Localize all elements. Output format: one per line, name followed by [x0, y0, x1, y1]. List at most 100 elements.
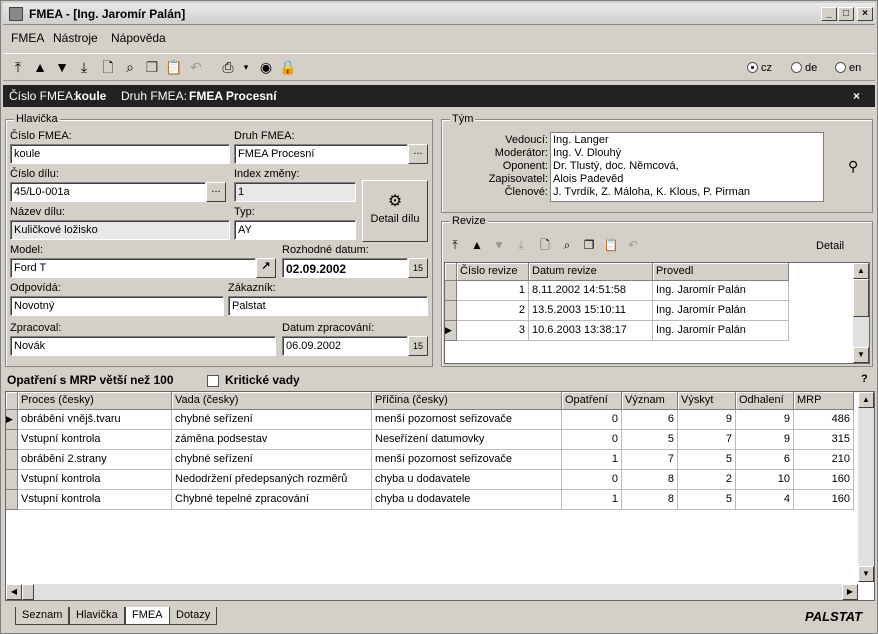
table-cell[interactable]: 7: [622, 450, 678, 470]
cislo-dilu-browse-button[interactable]: ...: [206, 182, 226, 202]
table-cell[interactable]: 1: [562, 450, 622, 470]
datum-zpracovani-field[interactable]: 06.09.2002: [282, 336, 408, 356]
table-cell[interactable]: 8: [622, 490, 678, 510]
binoculars-icon[interactable]: ⌕: [121, 60, 139, 74]
table-cell[interactable]: 0: [562, 470, 622, 490]
scroll-thumb[interactable]: [853, 279, 869, 317]
table-cell[interactable]: menší pozornost seřizovače: [372, 410, 562, 430]
table-cell[interactable]: Vstupní kontrola: [18, 470, 172, 490]
next-record-icon[interactable]: ▼: [490, 238, 508, 252]
col-vada[interactable]: Vada (česky): [172, 392, 372, 410]
cislo-fmea-field[interactable]: koule: [10, 144, 230, 164]
title-bar[interactable]: FMEA - [Ing. Jaromír Palán] _ □ ×: [3, 3, 875, 25]
rozhodne-datum-field[interactable]: 02.09.2002: [282, 258, 408, 278]
tab-hlavicka[interactable]: Hlavička: [69, 607, 125, 625]
index-zmeny-field[interactable]: 1: [234, 182, 356, 202]
last-record-icon[interactable]: ⤓: [75, 60, 93, 74]
row-header[interactable]: [6, 430, 18, 450]
table-cell[interactable]: 8: [622, 470, 678, 490]
model-field[interactable]: Ford T: [10, 258, 256, 278]
table-cell[interactable]: obrábění 2.strany: [18, 450, 172, 470]
table-cell[interactable]: 160: [794, 470, 854, 490]
col-odhaleni[interactable]: Odhalení: [736, 392, 794, 410]
scroll-right-icon[interactable]: ▶: [842, 584, 858, 600]
lang-en-radio[interactable]: en: [835, 62, 861, 74]
table-cell[interactable]: 315: [794, 430, 854, 450]
prev-record-icon[interactable]: ▲: [468, 238, 486, 252]
table-cell[interactable]: Nedodržení předepsaných rozměrů: [172, 470, 372, 490]
undo-icon[interactable]: ↶: [187, 60, 205, 74]
col-opatreni[interactable]: Opatření: [562, 392, 622, 410]
col-pricina[interactable]: Příčina (česky): [372, 392, 562, 410]
nazev-dilu-field[interactable]: Kuličkové ložisko: [10, 220, 230, 240]
table-cell[interactable]: 2: [678, 470, 736, 490]
binoculars-icon[interactable]: ⌕: [558, 238, 576, 252]
lang-cz-radio[interactable]: cz: [747, 62, 772, 74]
druh-fmea-browse-button[interactable]: ...: [408, 144, 428, 164]
undo-icon[interactable]: ↶: [624, 238, 642, 252]
opatreni-hscrollbar[interactable]: ◀ ▶: [6, 584, 858, 600]
paste-icon[interactable]: 📋: [165, 60, 183, 74]
table-cell[interactable]: 10.6.2003 13:38:17: [529, 321, 653, 341]
model-link-arrow-icon[interactable]: ↗: [256, 258, 276, 278]
scroll-up-icon[interactable]: ▲: [858, 392, 874, 408]
first-record-icon[interactable]: ⤒: [446, 238, 464, 252]
tab-fmea[interactable]: FMEA: [125, 607, 170, 625]
table-cell[interactable]: 160: [794, 490, 854, 510]
current-row-indicator-icon[interactable]: ▶: [445, 321, 457, 341]
calendar-icon[interactable]: 15: [408, 258, 428, 278]
scroll-up-icon[interactable]: ▲: [853, 263, 869, 279]
table-cell[interactable]: 6: [622, 410, 678, 430]
menu-fmea[interactable]: FMEA: [11, 31, 44, 45]
table-cell[interactable]: 7: [678, 430, 736, 450]
table-cell[interactable]: Neseřízení datumovky: [372, 430, 562, 450]
table-cell[interactable]: menší pozornost seřizovače: [372, 450, 562, 470]
first-record-icon[interactable]: ⤒: [9, 60, 27, 74]
table-cell[interactable]: 13.5.2003 15:10:11: [529, 301, 653, 321]
opatreni-vscrollbar[interactable]: ▲ ▼: [858, 392, 874, 582]
row-header[interactable]: [6, 470, 18, 490]
calendar-icon[interactable]: 15: [408, 336, 428, 356]
table-cell[interactable]: záměna podsestav: [172, 430, 372, 450]
revize-col-cislo[interactable]: Číslo revize: [457, 263, 529, 281]
scroll-down-icon[interactable]: ▼: [858, 566, 874, 582]
col-vyskyt[interactable]: Výskyt: [678, 392, 736, 410]
info-close-icon[interactable]: ×: [853, 89, 860, 103]
current-row-indicator-icon[interactable]: ▶: [6, 410, 18, 430]
dropdown-arrow-icon[interactable]: ▾: [237, 60, 255, 74]
table-cell[interactable]: 9: [736, 430, 794, 450]
table-cell[interactable]: 5: [678, 450, 736, 470]
next-record-icon[interactable]: ▼: [53, 60, 71, 74]
table-cell[interactable]: chyba u dodavatele: [372, 470, 562, 490]
row-header[interactable]: [6, 450, 18, 470]
maximize-button[interactable]: □: [838, 7, 854, 21]
table-cell[interactable]: chyba u dodavatele: [372, 490, 562, 510]
paste-icon[interactable]: 📋: [602, 238, 620, 252]
menu-napoveda[interactable]: Nápověda: [111, 31, 166, 45]
copy-icon[interactable]: ❐: [580, 238, 598, 252]
minimize-button[interactable]: _: [821, 7, 837, 21]
tab-dotazy[interactable]: Dotazy: [169, 607, 218, 625]
scroll-left-icon[interactable]: ◀: [6, 584, 22, 600]
typ-field[interactable]: AY: [234, 220, 356, 240]
table-cell[interactable]: 0: [562, 410, 622, 430]
table-cell[interactable]: 8.11.2002 14:51:58: [529, 281, 653, 301]
table-cell[interactable]: 1: [457, 281, 529, 301]
tab-seznam[interactable]: Seznam: [15, 607, 70, 625]
detail-dilu-button[interactable]: ⚙ Detail dílu: [362, 180, 428, 242]
copy-icon[interactable]: ❐: [143, 60, 161, 74]
table-cell[interactable]: 5: [678, 490, 736, 510]
zakaznik-field[interactable]: Palstat: [228, 296, 428, 316]
col-vyznam[interactable]: Význam: [622, 392, 678, 410]
table-cell[interactable]: chybné seřízení: [172, 450, 372, 470]
table-cell[interactable]: 486: [794, 410, 854, 430]
revize-col-datum[interactable]: Datum revize: [529, 263, 653, 281]
prev-record-icon[interactable]: ▲: [31, 60, 49, 74]
lang-de-radio[interactable]: de: [791, 62, 817, 74]
preview-icon[interactable]: ◉: [257, 60, 275, 74]
table-cell[interactable]: 0: [562, 430, 622, 450]
close-button[interactable]: ×: [857, 7, 873, 21]
table-cell[interactable]: Ing. Jaromír Palán: [653, 281, 789, 301]
lock-icon[interactable]: 🔒: [279, 60, 297, 74]
kriticke-vady-checkbox[interactable]: [207, 375, 219, 387]
